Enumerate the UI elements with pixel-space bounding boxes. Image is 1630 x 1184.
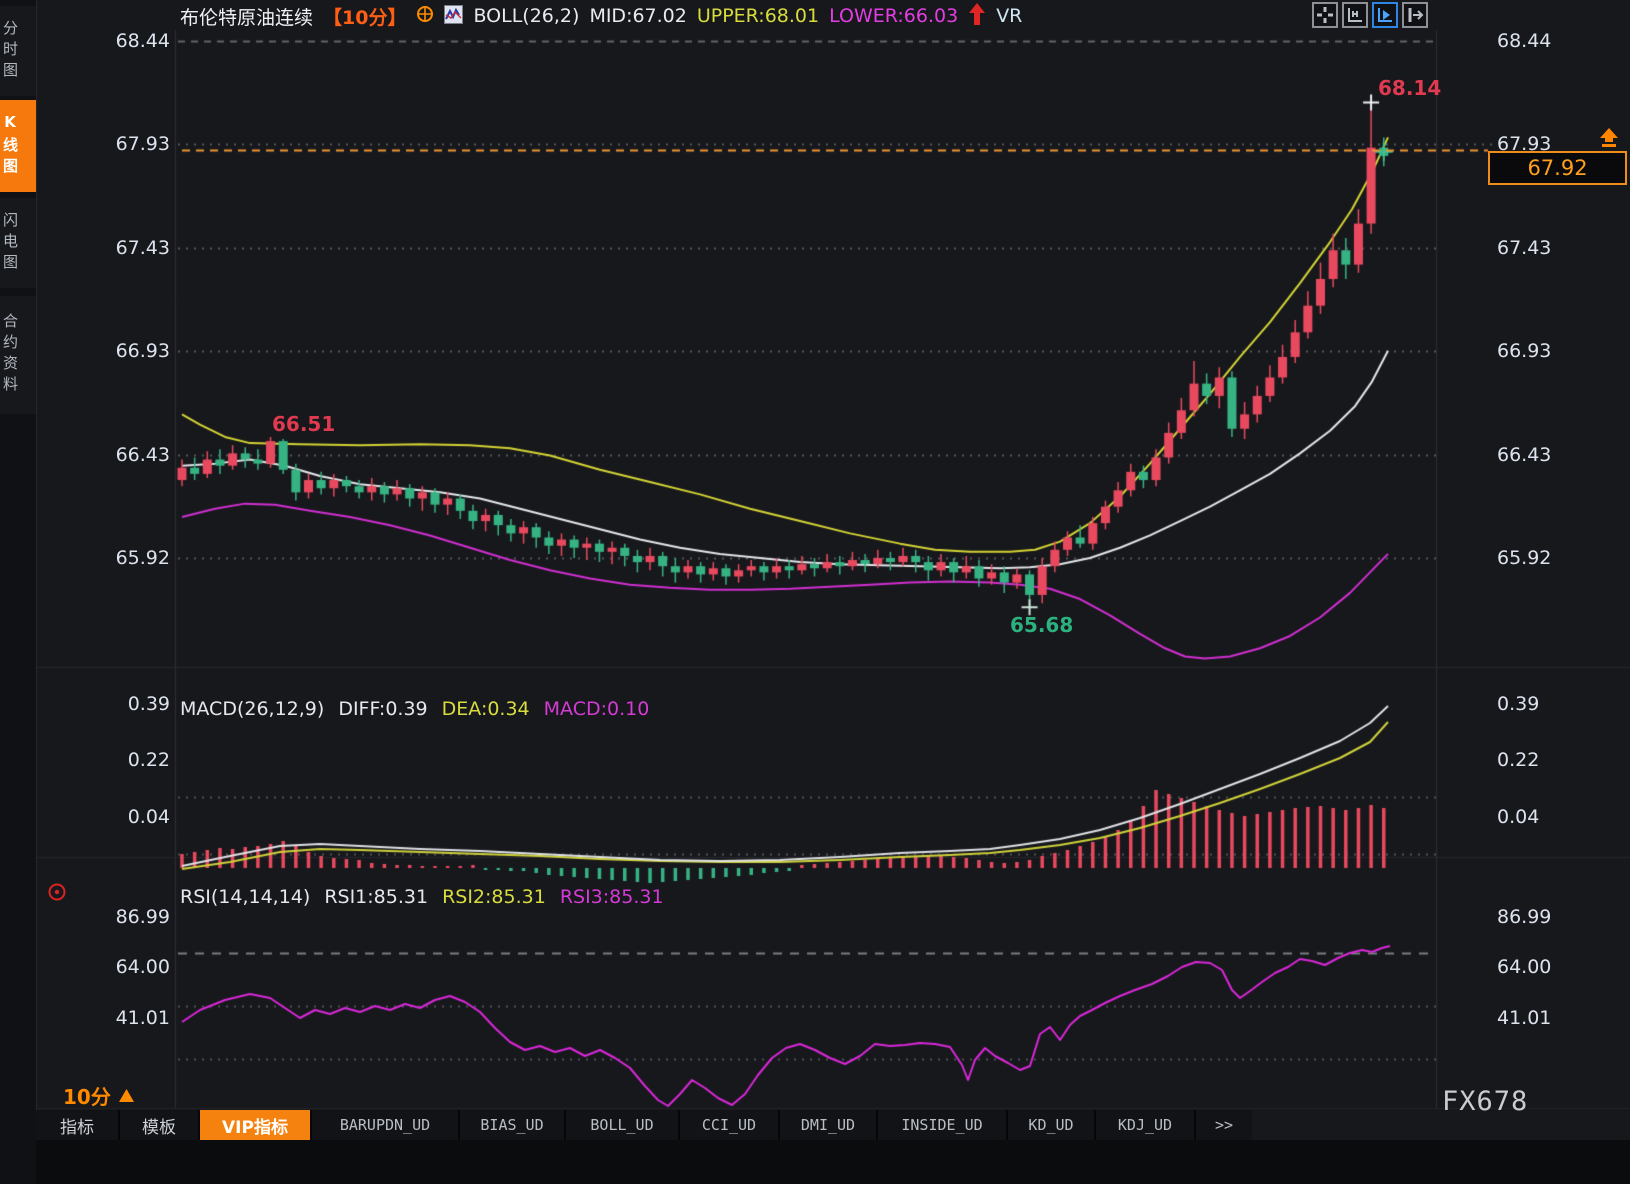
price-label-left: 67.93 [108, 133, 170, 155]
macd-header: MACD(26,12,9) DIFF:0.39 DEA:0.34 MACD:0.… [180, 698, 649, 720]
boll-lower-value: LOWER:66.03 [829, 5, 958, 27]
vr-indicator-label[interactable]: VR [996, 5, 1022, 27]
current-price-box: 67.92 [1488, 151, 1627, 185]
tab-dmi-ud[interactable]: DMI_UD [780, 1110, 876, 1140]
tab-kdj-ud[interactable]: KDJ_UD [1096, 1110, 1194, 1140]
tab-indicator[interactable]: 指标 [36, 1110, 118, 1140]
boll-indicator-label: BOLL(26,2) [473, 5, 579, 27]
sidebar-item-contract-info[interactable]: 合约资料 [0, 296, 36, 414]
boll-mid-value: MID:67.02 [589, 5, 686, 27]
rsi-axis-label-left: 41.01 [108, 1007, 170, 1029]
low-price-annotation: 65.68 [1010, 613, 1073, 637]
rsi-axis-label-right: 86.99 [1497, 906, 1551, 928]
axis-scale-button[interactable] [1342, 2, 1368, 28]
price-label-right: 66.93 [1497, 340, 1551, 362]
boll-upper-value: UPPER:68.01 [697, 5, 819, 27]
price-label-right: 66.43 [1497, 444, 1551, 466]
mini-chart-icon[interactable] [444, 5, 463, 28]
tab-inside-ud[interactable]: INSIDE_UD [878, 1110, 1006, 1140]
rsi-name-label: RSI(14,14,14) [180, 886, 310, 908]
record-dot-icon[interactable] [47, 882, 67, 906]
up-arrow-icon [968, 3, 986, 29]
instrument-title: 布伦特原油连续 [180, 3, 313, 30]
shift-bars-button[interactable] [1402, 2, 1428, 28]
rsi2-value: RSI2:85.31 [442, 886, 546, 908]
period-text: 10分 [63, 1081, 111, 1110]
indicator-tab-bar: 指标 模板 VIP指标 BARUPDN_UD BIAS_UD BOLL_UD C… [36, 1110, 1252, 1140]
triangle-up-icon [119, 1089, 134, 1102]
tab-more[interactable]: >> [1196, 1110, 1252, 1140]
macd-axis-label-left: 0.39 [108, 693, 170, 715]
price-label-left: 66.93 [108, 340, 170, 362]
rsi1-value: RSI1:85.31 [324, 886, 428, 908]
period-label[interactable]: 【10分】 [323, 3, 406, 30]
price-label-right: 68.44 [1497, 30, 1551, 52]
price-label-left: 68.44 [108, 30, 170, 52]
rsi-axis-label-right: 41.01 [1497, 1007, 1551, 1029]
sidebar-item-kline-chart[interactable]: K线图 [0, 100, 36, 192]
trading-terminal: 分时图 K线图 闪电图 合约资料 布伦特原油连续 【10分】 BOLL(26,2… [0, 0, 1630, 1184]
rsi-axis-label-left: 64.00 [108, 956, 170, 978]
high-price-annotation: 68.14 [1378, 76, 1441, 100]
sidebar-item-time-chart[interactable]: 分时图 [0, 6, 36, 96]
tab-barupdn-ud[interactable]: BARUPDN_UD [312, 1110, 458, 1140]
macd-dea-value: DEA:0.34 [442, 698, 530, 720]
peak-price-annotation: 66.51 [272, 412, 335, 436]
macd-axis-label-left: 0.22 [108, 749, 170, 771]
rsi-axis-label-right: 64.00 [1497, 956, 1551, 978]
chart-header: 布伦特原油连续 【10分】 BOLL(26,2) MID:67.02 UPPER… [180, 2, 1022, 30]
bottom-strip [36, 1140, 1630, 1184]
play-forward-button[interactable] [1372, 2, 1398, 28]
macd-axis-label-right: 0.04 [1497, 806, 1539, 828]
macd-name-label: MACD(26,12,9) [180, 698, 324, 720]
macd-diff-value: DIFF:0.39 [338, 698, 427, 720]
crosshair-tool-button[interactable] [1312, 2, 1338, 28]
tab-boll-ud[interactable]: BOLL_UD [566, 1110, 678, 1140]
sidebar: 分时图 K线图 闪电图 合约资料 [0, 0, 37, 1184]
price-label-left: 66.43 [108, 444, 170, 466]
rsi3-value: RSI3:85.31 [560, 886, 664, 908]
tab-template[interactable]: 模板 [120, 1110, 198, 1140]
price-label-right: 65.92 [1497, 547, 1551, 569]
target-circle-icon[interactable] [416, 5, 434, 27]
current-period-tag[interactable]: 10分 [63, 1081, 134, 1110]
macd-axis-label-right: 0.22 [1497, 749, 1539, 771]
chart-canvas[interactable] [0, 0, 1630, 1184]
price-up-arrow-icon [1596, 128, 1622, 152]
macd-axis-label-right: 0.39 [1497, 693, 1539, 715]
macd-macd-value: MACD:0.10 [544, 698, 650, 720]
watermark: FX678 [1442, 1086, 1528, 1117]
sidebar-item-flash-chart[interactable]: 闪电图 [0, 198, 36, 288]
tab-cci-ud[interactable]: CCI_UD [680, 1110, 778, 1140]
price-label-right: 67.43 [1497, 237, 1551, 259]
rsi-header: RSI(14,14,14) RSI1:85.31 RSI2:85.31 RSI3… [180, 886, 664, 908]
rsi-axis-label-left: 86.99 [108, 906, 170, 928]
macd-axis-label-left: 0.04 [108, 806, 170, 828]
tab-kd-ud[interactable]: KD_UD [1008, 1110, 1094, 1140]
tab-vip-indicator[interactable]: VIP指标 [200, 1110, 310, 1140]
price-label-left: 67.43 [108, 237, 170, 259]
tab-bias-ud[interactable]: BIAS_UD [460, 1110, 564, 1140]
price-label-left: 65.92 [108, 547, 170, 569]
